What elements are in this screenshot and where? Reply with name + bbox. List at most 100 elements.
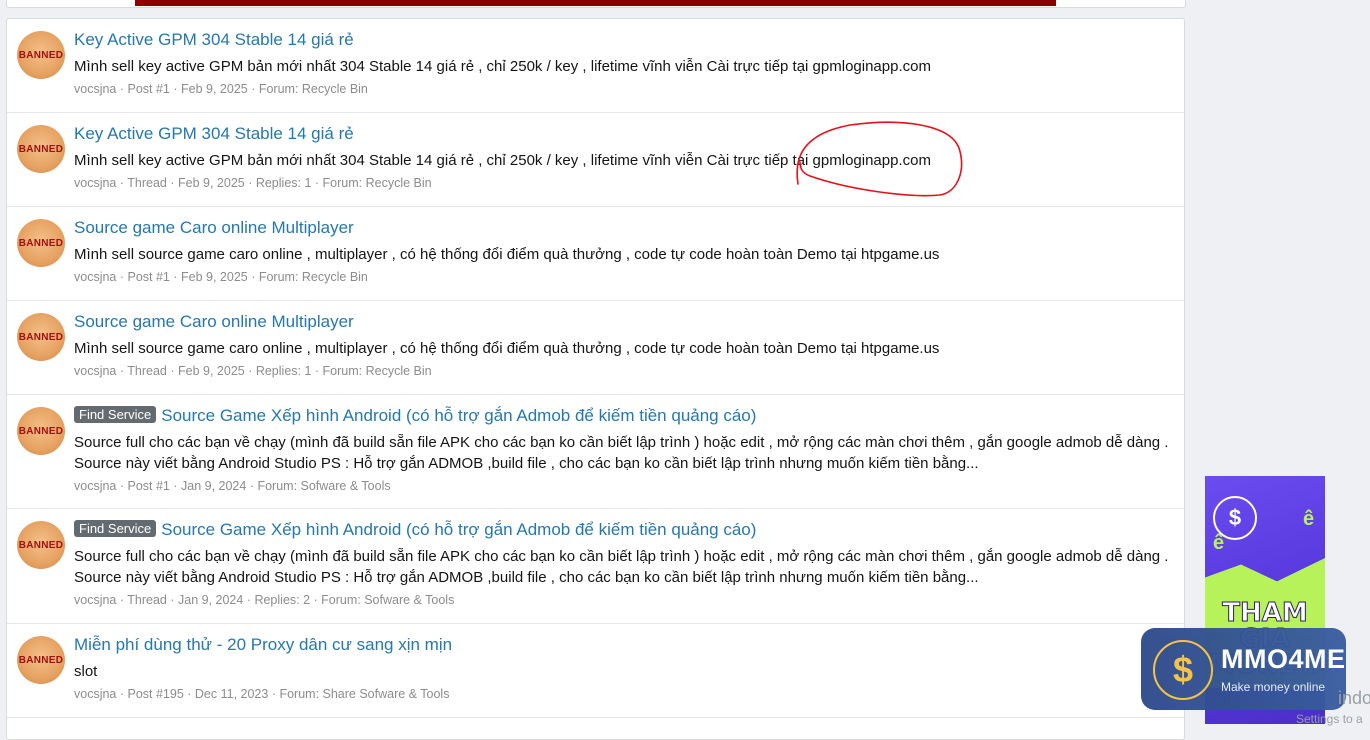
result-title-link[interactable]: Source game Caro online Multiplayer bbox=[74, 312, 354, 331]
result-snippet: Mình sell key active GPM bản mới nhất 30… bbox=[74, 58, 931, 75]
prefix-badge[interactable]: Find Service bbox=[74, 520, 157, 537]
result-title-link[interactable]: Source Game Xếp hình Android (có hỗ trợ … bbox=[161, 520, 756, 539]
avatar[interactable]: BANNED bbox=[17, 407, 65, 455]
post-date: Feb 9, 2025 bbox=[181, 82, 248, 96]
forum-link[interactable]: Share Sofware & Tools bbox=[323, 687, 450, 701]
forum-link[interactable]: Sofware & Tools bbox=[364, 593, 454, 607]
result-row: BANNED Source game Caro online Multiplaye… bbox=[7, 301, 1184, 395]
result-title: Key Active GPM 304 Stable 14 giá rẻ bbox=[74, 124, 354, 144]
meta-separator: · bbox=[247, 82, 259, 96]
author-link[interactable]: vocsjna bbox=[74, 593, 116, 607]
result-snippet: Source full cho các bạn về chạy (mình đã… bbox=[74, 434, 1169, 451]
result-meta: vocsjna · Thread · Feb 9, 2025 · Replies… bbox=[74, 176, 432, 190]
result-meta: vocsjna · Post #1 · Feb 9, 2025 · Forum:… bbox=[74, 82, 368, 96]
forum-prefix: Forum: bbox=[258, 82, 302, 96]
content-type: Post #1 bbox=[127, 479, 170, 493]
meta-separator: · bbox=[116, 479, 128, 493]
post-date: Dec 11, 2023 bbox=[194, 687, 269, 701]
meta-separator: · bbox=[243, 593, 255, 607]
meta-separator: · bbox=[166, 176, 178, 190]
mmo4me-floating-badge[interactable]: $ MMO4ME Make money online bbox=[1141, 628, 1346, 710]
forum-prefix: Forum: bbox=[321, 593, 365, 607]
forum-prefix: Forum: bbox=[322, 176, 366, 190]
forum-link[interactable]: Recycle Bin bbox=[302, 82, 368, 96]
author-link[interactable]: vocsjna bbox=[74, 364, 116, 378]
result-title-link[interactable]: Source game Caro online Multiplayer bbox=[74, 218, 354, 237]
forum-prefix: Forum: bbox=[279, 687, 323, 701]
result-snippet: slot bbox=[74, 663, 98, 680]
meta-separator: · bbox=[169, 270, 181, 284]
meta-separator: · bbox=[116, 270, 128, 284]
forum-link[interactable]: Recycle Bin bbox=[366, 364, 432, 378]
forum-prefix: Forum: bbox=[258, 270, 302, 284]
result-title: Miễn phí dùng thử - 20 Proxy dân cư sang… bbox=[74, 635, 452, 655]
result-title: Find Service Source Game Xếp hình Android… bbox=[74, 520, 756, 540]
result-row: BANNED Key Active GPM 304 Stable 14 giá r… bbox=[7, 113, 1184, 207]
author-link[interactable]: vocsjna bbox=[74, 479, 116, 493]
banned-label: BANNED bbox=[18, 49, 64, 61]
meta-separator: · bbox=[166, 593, 178, 607]
hand-drawn-circle-annotation bbox=[796, 121, 963, 197]
banned-label: BANNED bbox=[18, 237, 64, 249]
forum-link[interactable]: Sofware & Tools bbox=[301, 479, 391, 493]
avatar[interactable]: BANNED bbox=[17, 31, 65, 79]
content-type: Post #1 bbox=[127, 82, 170, 96]
meta-separator: · bbox=[116, 176, 128, 190]
result-snippet: Mình sell source game caro online , mult… bbox=[74, 340, 940, 357]
content-type: Thread bbox=[127, 593, 167, 607]
search-results-list: BANNED Key Active GPM 304 Stable 14 giá r… bbox=[6, 18, 1185, 740]
meta-separator: · bbox=[116, 364, 128, 378]
result-snippet: Source này viết bằng Android Studio PS :… bbox=[74, 455, 979, 472]
author-link[interactable]: vocsjna bbox=[74, 82, 116, 96]
result-title-link[interactable]: Key Active GPM 304 Stable 14 giá rẻ bbox=[74, 30, 354, 49]
reply-count: Replies: 1 bbox=[255, 176, 312, 190]
mmo4me-tagline: Make money online bbox=[1221, 680, 1326, 694]
banned-label: BANNED bbox=[18, 539, 64, 551]
banned-label: BANNED bbox=[18, 331, 64, 343]
meta-separator: · bbox=[116, 593, 128, 607]
meta-separator: · bbox=[268, 687, 280, 701]
meta-separator: · bbox=[183, 687, 195, 701]
meta-separator: · bbox=[310, 593, 322, 607]
forum-link[interactable]: Recycle Bin bbox=[366, 176, 432, 190]
meta-separator: · bbox=[244, 364, 256, 378]
meta-separator: · bbox=[169, 82, 181, 96]
banned-label: BANNED bbox=[18, 654, 64, 666]
result-row: BANNED Find Service Source Game Xếp hình A… bbox=[7, 509, 1184, 624]
avatar[interactable]: BANNED bbox=[17, 219, 65, 267]
meta-separator: · bbox=[246, 479, 258, 493]
result-snippet: Source full cho các bạn về chạy (mình đã… bbox=[74, 548, 1169, 565]
monetag-e-icon-small: ê bbox=[1213, 532, 1225, 554]
avatar[interactable]: BANNED bbox=[17, 313, 65, 361]
author-link[interactable]: vocsjna bbox=[74, 687, 116, 701]
content-type: Post #195 bbox=[127, 687, 184, 701]
monetag-e-icon: ê bbox=[1303, 508, 1315, 530]
meta-separator: · bbox=[247, 270, 259, 284]
result-meta: vocsjna · Post #1 · Feb 9, 2025 · Forum:… bbox=[74, 270, 368, 284]
result-meta: vocsjna · Thread · Jan 9, 2024 · Replies… bbox=[74, 593, 454, 607]
forum-prefix: Forum: bbox=[257, 479, 301, 493]
result-meta: vocsjna · Post #195 · Dec 11, 2023 · For… bbox=[74, 687, 449, 701]
forum-link[interactable]: Recycle Bin bbox=[302, 270, 368, 284]
reply-count: Replies: 2 bbox=[254, 593, 311, 607]
post-date: Feb 9, 2025 bbox=[181, 270, 248, 284]
post-date: Feb 9, 2025 bbox=[178, 364, 245, 378]
content-type: Thread bbox=[127, 364, 167, 378]
result-snippet: Mình sell source game caro online , mult… bbox=[74, 246, 940, 263]
avatar[interactable]: BANNED bbox=[17, 636, 65, 684]
result-title-link[interactable]: Key Active GPM 304 Stable 14 giá rẻ bbox=[74, 124, 354, 143]
result-row: BANNED Miễn phí dùng thử - 20 Proxy dân c… bbox=[7, 624, 1184, 718]
meta-separator: · bbox=[244, 176, 256, 190]
avatar[interactable]: BANNED bbox=[17, 521, 65, 569]
post-date: Jan 9, 2024 bbox=[181, 479, 247, 493]
result-title-link[interactable]: Miễn phí dùng thử - 20 Proxy dân cư sang… bbox=[74, 635, 452, 654]
meta-separator: · bbox=[116, 687, 128, 701]
result-title-link[interactable]: Source Game Xếp hình Android (có hỗ trợ … bbox=[161, 406, 756, 425]
prefix-badge[interactable]: Find Service bbox=[74, 406, 157, 423]
author-link[interactable]: vocsjna bbox=[74, 176, 116, 190]
meta-separator: · bbox=[116, 82, 128, 96]
avatar[interactable]: BANNED bbox=[17, 125, 65, 173]
meta-separator: · bbox=[169, 479, 181, 493]
author-link[interactable]: vocsjna bbox=[74, 270, 116, 284]
mmo4me-name: MMO4ME bbox=[1221, 644, 1346, 674]
